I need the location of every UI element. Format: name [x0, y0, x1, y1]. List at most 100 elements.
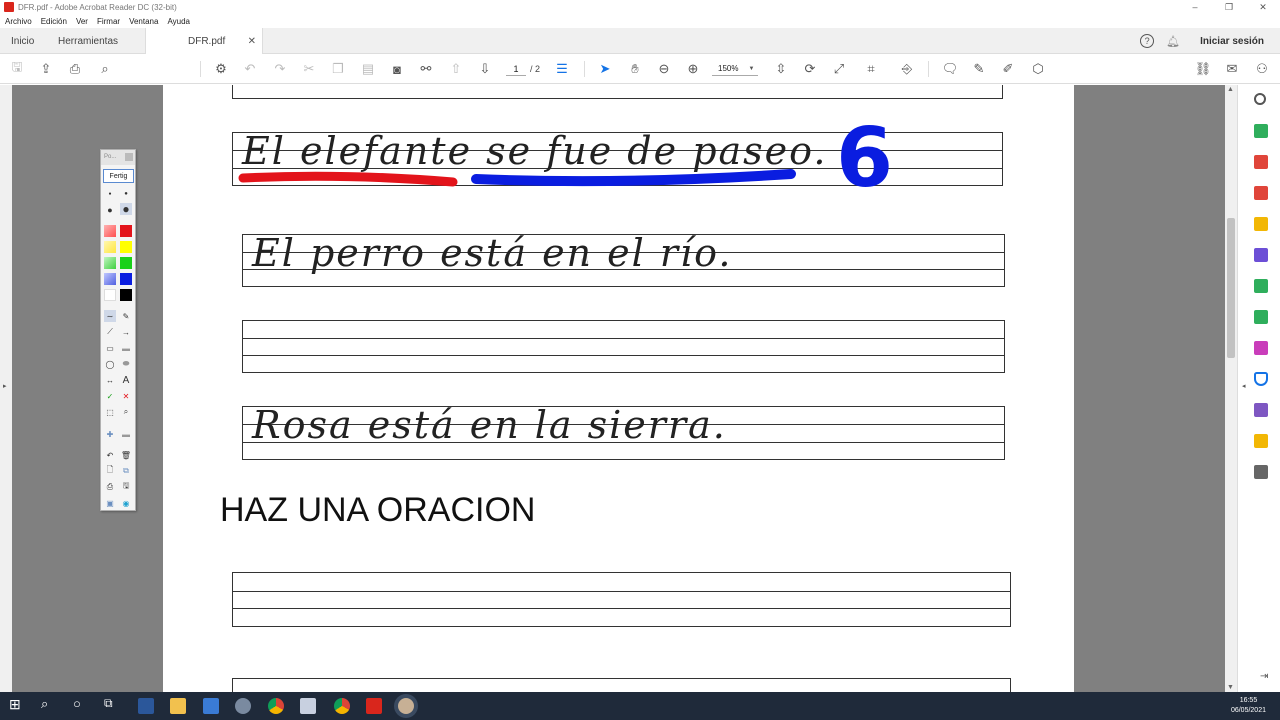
save-icon[interactable]: 🖫︎	[8, 59, 26, 78]
more-tools-icon[interactable]	[1254, 465, 1268, 479]
crop-icon[interactable]: ⌗	[862, 60, 880, 78]
screen-icon[interactable]: ▣	[104, 497, 116, 509]
close-window-button[interactable]: ✕	[1246, 0, 1280, 14]
large-dot-icon[interactable]: ●	[104, 204, 116, 216]
select-cursor-icon[interactable]: ➤	[596, 60, 614, 78]
chevron-left-icon[interactable]: ◂	[1242, 382, 1246, 390]
highlight-pen-icon[interactable]: ✎	[970, 60, 988, 78]
menu-firmar[interactable]: Firmar	[97, 17, 120, 26]
new-page-icon[interactable]: 🗋︎	[104, 465, 116, 477]
export-pdf-icon[interactable]	[1254, 124, 1268, 138]
green-swatch[interactable]	[120, 257, 132, 269]
menu-archivo[interactable]: Archivo	[5, 17, 32, 26]
fill-sign-icon[interactable]	[1254, 341, 1268, 355]
scrollbar-thumb[interactable]	[1227, 218, 1235, 358]
print-palette-icon[interactable]: ⎙	[104, 481, 116, 493]
rotate-icon[interactable]: ⟳	[801, 60, 819, 78]
cross-icon[interactable]: ✕	[120, 390, 132, 402]
page-number-input[interactable]: 1	[506, 62, 526, 76]
paint-icon[interactable]	[300, 698, 316, 714]
organize-pages-icon[interactable]	[1254, 279, 1268, 293]
fullscreen-icon[interactable]: ⤢	[830, 60, 848, 78]
comment-tool-icon[interactable]	[1254, 217, 1268, 231]
cortana-icon[interactable]: ○	[73, 696, 81, 711]
document-workspace[interactable]: El elefante se fue de paseo. 6 El perro …	[12, 85, 1225, 692]
add-user-icon[interactable]: ⚇	[1253, 60, 1271, 78]
search-icon[interactable]: ⌕	[96, 60, 114, 78]
rectangle-tool-icon[interactable]: ▭	[104, 342, 116, 354]
medium-dot-icon[interactable]: ●	[120, 188, 132, 200]
black-swatch[interactable]	[120, 289, 132, 301]
zoom-in-icon[interactable]: ⊕	[684, 60, 702, 78]
light-yellow-swatch[interactable]	[104, 241, 116, 253]
ellipse-tool-icon[interactable]: ◯	[104, 358, 116, 370]
redo-icon[interactable]: ↷	[271, 60, 289, 78]
store-icon[interactable]	[203, 698, 219, 714]
zoom-select[interactable]: 150% ▼	[712, 62, 758, 76]
tab-home[interactable]: Inicio	[11, 28, 34, 54]
small-dot-icon[interactable]: ●	[104, 188, 116, 200]
snapshot-icon[interactable]: ◙	[388, 60, 406, 78]
tab-tools[interactable]: Herramientas	[58, 28, 118, 54]
scroll-down-icon[interactable]: ▼	[1227, 684, 1234, 691]
copy-page-icon[interactable]: ⧉	[120, 465, 132, 477]
xlarge-dot-icon[interactable]: ●	[120, 202, 132, 216]
plus-icon[interactable]: ✚	[104, 428, 116, 440]
palette-header[interactable]: Po...	[101, 150, 135, 165]
tag-icon[interactable]: ⬡	[1029, 60, 1047, 78]
taskbar-search-icon[interactable]: ⌕	[41, 696, 48, 712]
mail-icon[interactable]: ✉︎	[1223, 60, 1241, 78]
task-view-icon[interactable]: ⧉	[104, 696, 113, 711]
left-panel-toggle[interactable]: ▸	[0, 85, 12, 692]
edit-pdf-icon[interactable]	[1254, 186, 1268, 200]
file-explorer-icon[interactable]	[170, 698, 186, 714]
copy-icon[interactable]: ❐	[329, 60, 347, 78]
blue-swatch[interactable]	[120, 273, 132, 285]
paste-icon[interactable]: ▤	[359, 60, 377, 78]
light-red-swatch[interactable]	[104, 225, 116, 237]
menu-edicion[interactable]: Edición	[41, 17, 67, 26]
print-icon[interactable]: ⎙	[66, 60, 84, 78]
double-arrow-icon[interactable]: ↔	[104, 374, 116, 386]
link-icon[interactable]: ⛓︎	[1194, 60, 1212, 78]
scan-icon[interactable]	[1254, 434, 1268, 448]
menu-ventana[interactable]: Ventana	[129, 17, 158, 26]
cut-icon[interactable]: ✂︎	[300, 60, 318, 78]
pencil-icon[interactable]: ✎	[120, 310, 132, 322]
light-blue-swatch[interactable]	[104, 273, 116, 285]
windows-start-icon[interactable]: ⊞	[9, 696, 21, 713]
trash-icon[interactable]: 🗑︎	[120, 449, 132, 461]
filled-rectangle-icon[interactable]: ▬	[120, 342, 132, 354]
undo-palette-icon[interactable]: ↶	[104, 449, 116, 461]
next-page-icon[interactable]: ⇩	[476, 60, 494, 78]
freehand-pen-icon[interactable]: ∼	[104, 310, 116, 322]
close-tab-icon[interactable]: ✕	[248, 36, 256, 47]
text-tool-icon[interactable]: A	[120, 374, 132, 386]
draw-icon[interactable]: ✐	[999, 60, 1017, 78]
info-icon[interactable]: ◉	[120, 497, 132, 509]
scroll-up-icon[interactable]: ▲	[1227, 86, 1234, 93]
compress-icon[interactable]	[1254, 310, 1268, 324]
vertical-scrollbar[interactable]: ▲ ▼	[1225, 85, 1237, 692]
system-clock[interactable]: 16:55 06/05/2021	[1231, 696, 1266, 716]
yellow-swatch[interactable]	[120, 241, 132, 253]
app-icon[interactable]	[235, 698, 251, 714]
maximize-button[interactable]: ❐	[1212, 0, 1246, 14]
minus-icon[interactable]: ▬	[120, 428, 132, 440]
selection-icon[interactable]: ⬚	[104, 406, 116, 418]
combine-files-icon[interactable]	[1254, 248, 1268, 262]
help-icon[interactable]: ?	[1140, 34, 1155, 48]
zoom-search-icon[interactable]	[1254, 93, 1266, 105]
palette-close-icon[interactable]	[125, 153, 133, 161]
fit-page-icon[interactable]: ⇳	[772, 60, 790, 78]
create-pdf-icon[interactable]	[1254, 155, 1268, 169]
reading-mode-icon[interactable]: ⎆	[898, 60, 916, 78]
acrobat-taskbar-icon[interactable]	[366, 698, 382, 714]
white-swatch[interactable]	[104, 289, 116, 301]
binoculars-icon[interactable]: ⚯	[417, 60, 435, 78]
bell-icon[interactable]: 🔔︎	[1166, 35, 1180, 48]
send-signature-icon[interactable]	[1254, 403, 1268, 417]
minimize-button[interactable]: –	[1178, 0, 1212, 14]
chrome-icon-2[interactable]	[334, 698, 350, 714]
arrow-tool-icon[interactable]: →	[120, 326, 132, 338]
